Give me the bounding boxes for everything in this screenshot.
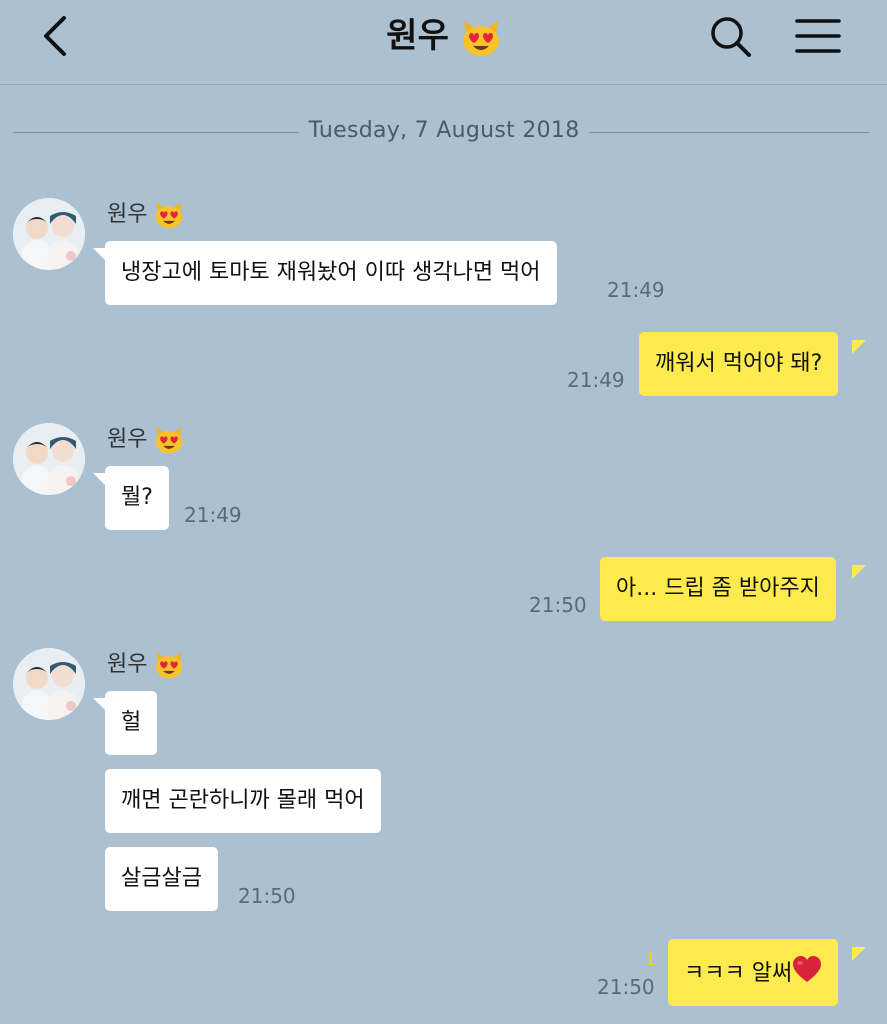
message-time: 21:50 [529, 593, 587, 617]
message-time: 21:49 [567, 368, 625, 392]
chat-title-text: 원우 [386, 16, 449, 56]
message-time: 21:49 [184, 503, 242, 527]
menu-button[interactable] [794, 16, 842, 56]
smiling-cat-heart-eyes-emoji [156, 427, 183, 454]
message-time: 21:50 [238, 884, 296, 908]
sender-name: 원우 [107, 650, 184, 680]
message-bubble-incoming[interactable]: 살금살금 [105, 847, 218, 911]
smiling-cat-heart-eyes-emoji [156, 202, 183, 229]
message-bubble-incoming[interactable]: 헐 [105, 691, 158, 755]
message-bubble-outgoing[interactable]: 깨워서 먹어야 돼? [639, 332, 839, 396]
bubble-tail [852, 947, 866, 961]
message-text: ㅋㅋㅋ 알써 [684, 961, 793, 986]
message-bubble-outgoing[interactable]: ㅋㅋㅋ 알써 [668, 939, 839, 1006]
profile-photo-icon [13, 423, 85, 495]
profile-photo-icon [13, 198, 85, 270]
sender-name-text: 원우 [107, 202, 148, 227]
red-heart-emoji [793, 956, 822, 982]
message-bubble-incoming[interactable]: 깨면 곤란하니까 몰래 먹어 [105, 769, 381, 833]
sender-name: 원우 [107, 200, 184, 230]
sender-name-text: 원우 [107, 427, 148, 452]
avatar[interactable] [13, 648, 85, 720]
smiling-cat-heart-eyes-emoji [462, 20, 499, 56]
message-bubble-incoming[interactable]: 냉장고에 토마토 재워놨어 이따 생각나면 먹어 [105, 241, 557, 305]
chat-header: 원우 [0, 0, 887, 85]
date-divider: Tuesday, 7 August 2018 [13, 112, 869, 152]
divider-line [589, 132, 869, 133]
hamburger-menu-icon [795, 19, 841, 53]
unread-count: 1 [645, 950, 656, 970]
avatar[interactable] [13, 198, 85, 270]
avatar[interactable] [13, 423, 85, 495]
message-time: 21:50 [597, 975, 655, 999]
bubble-tail [852, 565, 866, 579]
bubble-tail [852, 340, 866, 354]
message-time: 21:49 [607, 278, 665, 302]
smiling-cat-heart-eyes-emoji [156, 652, 183, 679]
divider-line [13, 132, 299, 133]
sender-name: 원우 [107, 425, 184, 455]
search-icon [711, 17, 751, 57]
date-label: Tuesday, 7 August 2018 [308, 118, 580, 143]
message-bubble-incoming[interactable]: 뭘? [105, 466, 169, 530]
profile-photo-icon [13, 648, 85, 720]
sender-name-text: 원우 [107, 652, 148, 677]
search-button[interactable] [708, 14, 754, 60]
message-bubble-outgoing[interactable]: 아... 드립 좀 받아주지 [600, 557, 836, 621]
